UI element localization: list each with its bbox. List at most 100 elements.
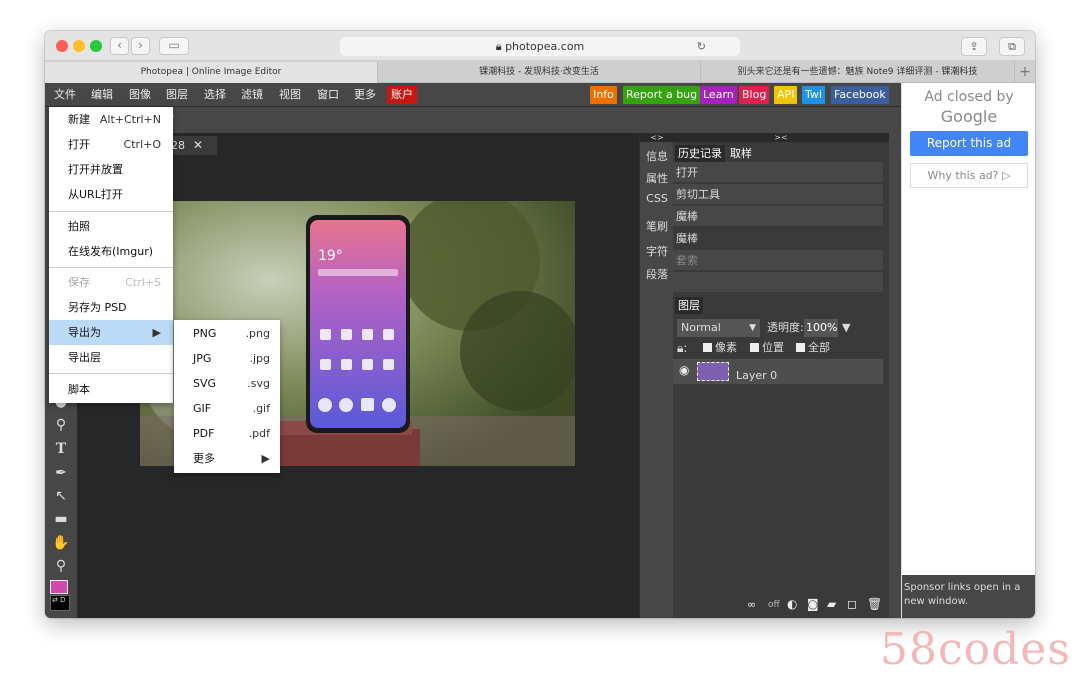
blend-mode-select[interactable]: Normal ▼ <box>677 319 760 337</box>
type-tool-icon[interactable]: T <box>52 440 70 458</box>
tab-samples[interactable]: 取样 <box>727 145 755 162</box>
new-tab-button[interactable]: + <box>1015 62 1035 83</box>
menu-file[interactable]: 文件 <box>54 83 76 107</box>
link-layers-icon[interactable]: ∞ <box>747 598 756 611</box>
menu-image[interactable]: 图像 <box>129 83 151 107</box>
menu-window[interactable]: 窗口 <box>317 83 339 107</box>
back-button[interactable]: ‹ <box>110 37 129 55</box>
learn-button[interactable]: Learn <box>700 86 737 104</box>
mask-icon[interactable]: ◙ <box>807 597 819 611</box>
export-svg[interactable]: SVG .svg <box>174 371 280 396</box>
menu-item-save[interactable]: 保存 Ctrl+S <box>49 270 173 295</box>
menu-item-publish-imgur[interactable]: 在线发布(Imgur) <box>49 239 173 264</box>
menu-layer[interactable]: 图层 <box>166 83 188 107</box>
export-png[interactable]: PNG .png <box>174 321 280 346</box>
eye-icon[interactable]: ◉ <box>679 363 689 377</box>
menu-filter[interactable]: 滤镜 <box>241 83 263 107</box>
lock-pixels-label: 像素 <box>715 341 737 354</box>
reload-icon[interactable]: ↻ <box>697 37 706 56</box>
off-label[interactable]: off <box>768 600 780 610</box>
tab-brush[interactable]: 笔刷 <box>640 218 674 234</box>
zoom-tool-icon[interactable]: ⚲ <box>52 557 70 575</box>
tabs-overview-icon[interactable]: ⧉ <box>999 37 1025 56</box>
menu-more[interactable]: 更多 <box>354 83 376 107</box>
facebook-button[interactable]: Facebook <box>831 86 889 104</box>
trash-icon[interactable]: 🗑︎ <box>867 597 882 611</box>
menu-view[interactable]: 视图 <box>279 83 301 107</box>
opacity-dropdown-icon[interactable]: ▼ <box>842 319 850 337</box>
share-icon[interactable]: ⇪ <box>961 37 987 56</box>
api-button[interactable]: API <box>774 86 798 104</box>
menu-item-save-psd[interactable]: 另存为 PSD <box>49 295 173 320</box>
blog-button[interactable]: Blog <box>739 86 770 104</box>
menu-item-open-place[interactable]: 打开并放置 <box>49 157 173 182</box>
menu-item-photo[interactable]: 拍照 <box>49 214 173 239</box>
tab-photopea[interactable]: Photopea | Online Image Editor <box>45 62 378 83</box>
menu-account[interactable]: 账户 <box>387 86 417 104</box>
report-bug-button[interactable]: Report a bug <box>623 86 701 104</box>
history-item[interactable]: 魔棒 <box>673 206 883 227</box>
tab-paragraph[interactable]: 段落 <box>640 266 674 282</box>
history-item[interactable]: 魔棒 <box>673 228 883 249</box>
menu-item-shortcut: Ctrl+S <box>125 276 161 289</box>
layers-footer: ∞ off ◐ ◙ ▰ ◻ 🗑︎ <box>673 593 889 618</box>
shape-tool-icon[interactable]: ▬ <box>52 510 70 528</box>
layer-row[interactable]: ◉ Layer 0 <box>673 359 883 384</box>
lock-all-label: 全部 <box>808 341 830 354</box>
lock-pixels-checkbox[interactable] <box>703 343 712 352</box>
url-text: photopea.com <box>505 40 585 53</box>
pen-tool-icon[interactable]: ✒ <box>52 464 70 482</box>
right-scrollbar[interactable] <box>889 133 901 618</box>
export-more[interactable]: 更多 ▶ <box>174 446 280 471</box>
tab-history[interactable]: 历史记录 <box>675 145 725 162</box>
menu-item-open[interactable]: 打开 Ctrl+O <box>49 132 173 157</box>
menu-item-open-url[interactable]: 从URL打开 <box>49 182 173 207</box>
export-pdf[interactable]: PDF .pdf <box>174 421 280 446</box>
foreground-color-swatch[interactable] <box>50 580 68 594</box>
export-gif[interactable]: GIF .gif <box>174 396 280 421</box>
opacity-input[interactable]: 100% <box>804 319 838 337</box>
info-button[interactable]: Info <box>590 86 617 104</box>
adjustment-icon[interactable]: ◐ <box>787 597 797 611</box>
background-color-swatch[interactable]: ⇄ D <box>50 595 70 611</box>
panel-collapse-icon[interactable]: <> <box>640 133 674 142</box>
lock-position-checkbox[interactable] <box>750 343 759 352</box>
tab-meizu-review[interactable]: 别头来它还是有一些遗憾：魅族 Note9 详细评测 - 锞潮科技 <box>701 62 1015 83</box>
smudge-tool-icon[interactable]: ⚲ <box>52 416 70 434</box>
sidebar-toggle-icon[interactable]: ▭ <box>159 37 189 55</box>
tab-character[interactable]: 字符 <box>640 243 674 259</box>
minimize-window-button[interactable] <box>73 40 85 52</box>
address-bar[interactable]: 🔒︎ photopea.com ↻ <box>340 37 740 56</box>
new-layer-icon[interactable]: ◻ <box>847 597 857 611</box>
file-menu: 新建 Alt+Ctrl+N 打开 Ctrl+O 打开并放置 从URL打开 拍照 在线… <box>49 107 173 403</box>
menu-select[interactable]: 选择 <box>204 83 226 107</box>
tab-leichao[interactable]: 锞潮科技 - 发现科技·改变生活 <box>378 62 701 83</box>
menu-item-script[interactable]: 脚本 <box>49 377 173 402</box>
menu-edit[interactable]: 编辑 <box>91 83 113 107</box>
panel-collapse-icon[interactable]: >< <box>673 133 889 142</box>
history-item[interactable]: 打开 <box>673 162 883 183</box>
forward-button[interactable]: › <box>131 37 150 55</box>
tab-properties[interactable]: 属性 <box>640 170 674 186</box>
folder-icon[interactable]: ▰ <box>827 597 836 611</box>
export-jpg[interactable]: JPG .jpg <box>174 346 280 371</box>
twitter-button[interactable]: Twi <box>802 86 825 104</box>
ad-closed-line2: Google <box>940 107 998 126</box>
close-window-button[interactable] <box>56 40 68 52</box>
history-item[interactable]: 剪切工具 <box>673 184 883 205</box>
tab-info[interactable]: 信息 <box>640 148 674 164</box>
menu-item-new[interactable]: 新建 Alt+Ctrl+N <box>49 107 173 132</box>
tab-layers[interactable]: 图层 <box>675 297 703 314</box>
close-document-icon[interactable]: ✕ <box>193 136 203 155</box>
tab-css[interactable]: CSS <box>640 192 674 205</box>
direct-select-tool-icon[interactable]: ↖ <box>52 487 70 505</box>
report-ad-button[interactable]: Report this ad <box>910 131 1028 156</box>
menu-item-export-layers[interactable]: 导出层 <box>49 345 173 370</box>
export-ext: .gif <box>252 402 270 415</box>
history-item[interactable]: 套索 <box>673 250 883 271</box>
hand-tool-icon[interactable]: ✋ <box>52 534 70 552</box>
why-this-ad-button[interactable]: Why this ad? ▷ <box>910 163 1028 188</box>
zoom-window-button[interactable] <box>90 40 102 52</box>
lock-all-checkbox[interactable] <box>796 343 805 352</box>
menu-item-export-as[interactable]: 导出为 ▶ <box>49 320 173 345</box>
